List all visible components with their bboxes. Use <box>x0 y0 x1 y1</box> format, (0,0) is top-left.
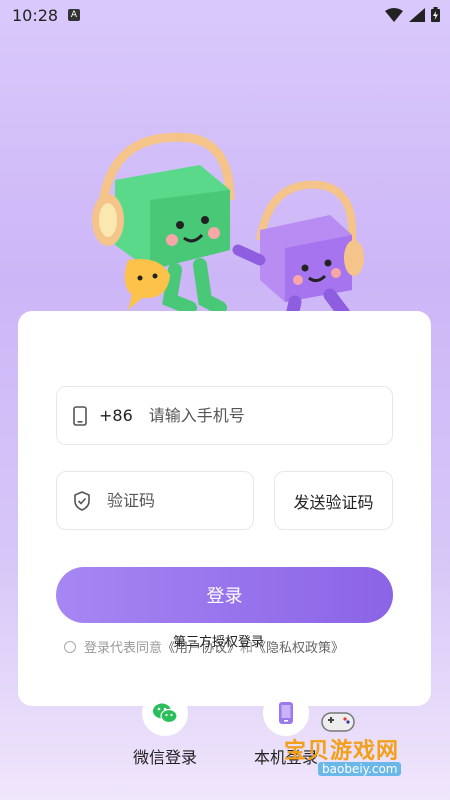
privacy-policy-link[interactable]: 《隐私权政策》 <box>253 637 344 656</box>
status-bar: 10:28 A <box>0 0 450 32</box>
watermark-url: baobeiy.com <box>318 762 402 776</box>
signal-icon <box>409 7 425 22</box>
battery-icon <box>431 7 440 22</box>
status-time: 10:28 <box>12 6 59 25</box>
agreement-radio[interactable] <box>64 640 76 653</box>
wifi-icon <box>385 7 403 22</box>
agreement-text: 登录代表同意 <box>84 641 163 656</box>
shield-icon <box>73 490 91 511</box>
send-code-button[interactable]: 发送验证码 <box>274 471 393 530</box>
status-icons <box>385 7 440 22</box>
phone-field[interactable]: +86 <box>56 386 393 445</box>
watermark-text: 宝贝游戏网 <box>284 739 400 764</box>
code-input[interactable] <box>105 490 269 511</box>
country-code[interactable]: +86 <box>99 406 133 425</box>
watermark: 宝贝游戏网 baobeiy.com <box>278 705 438 780</box>
code-field[interactable] <box>56 471 269 530</box>
gamepad-icon <box>321 712 355 732</box>
login-card: +86 发送验证码 登录 登录代表同意 《用户协议》 和 《隐私权政策》 第三方… <box>18 311 431 706</box>
purple-mascot <box>232 215 352 332</box>
login-button[interactable]: 登录 <box>56 567 393 623</box>
wechat-login-label: 微信登录 <box>132 748 197 767</box>
wechat-icon[interactable] <box>142 690 188 736</box>
mascot-illustration <box>92 132 364 332</box>
notification-a-icon: A <box>68 9 80 21</box>
phone-input[interactable] <box>146 405 311 426</box>
wechat-login-option[interactable]: 微信登录 <box>127 690 203 768</box>
phone-icon <box>73 405 87 426</box>
third-party-title: 第三方授权登录 <box>173 635 265 650</box>
